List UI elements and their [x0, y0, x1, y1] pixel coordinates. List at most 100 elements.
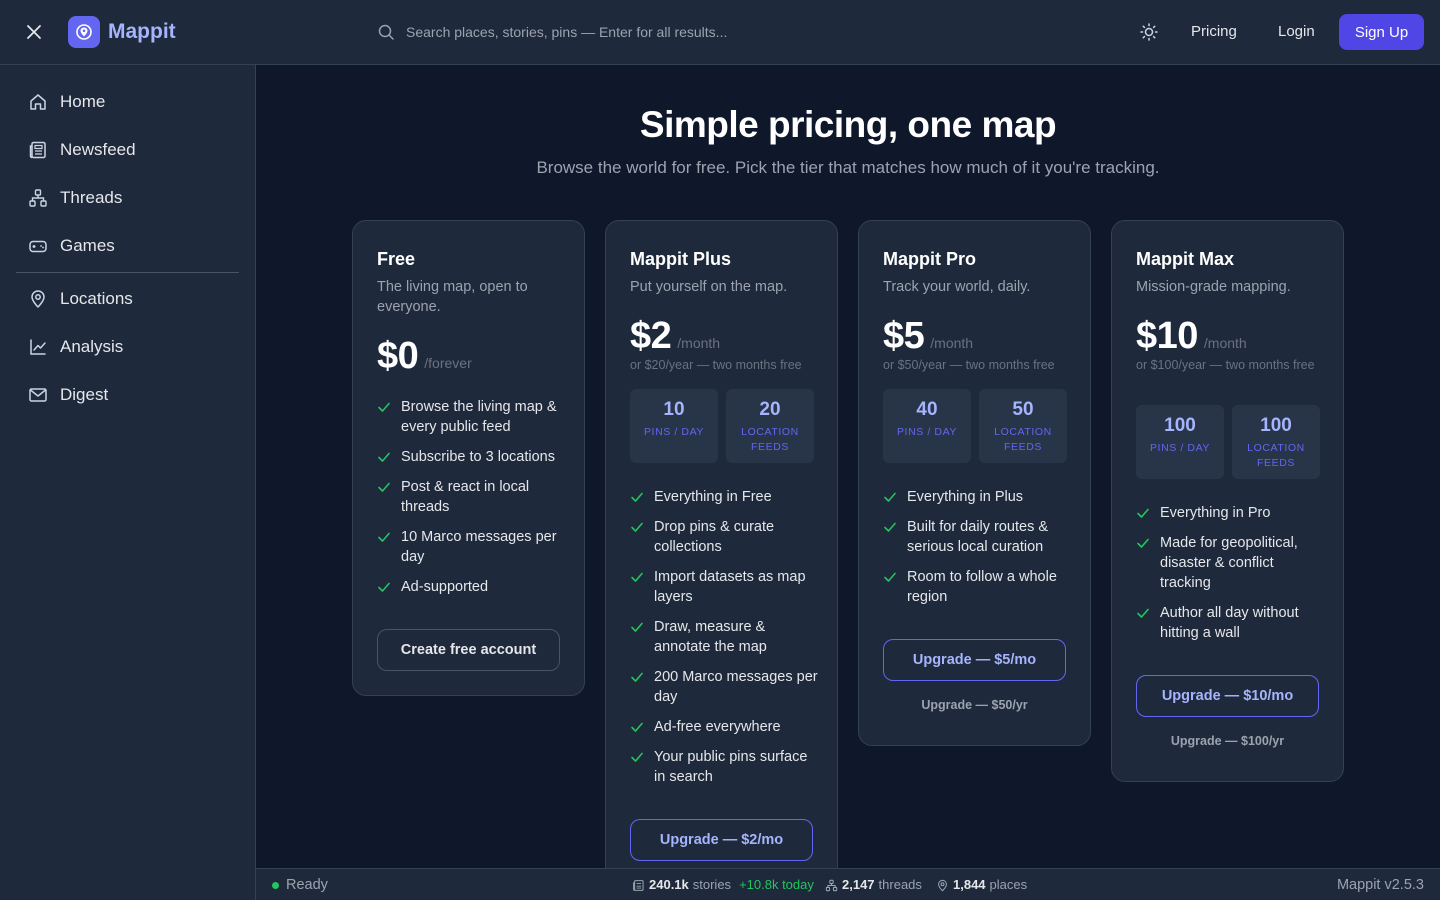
search-bar [370, 16, 930, 48]
price-period: /month [1203, 335, 1247, 351]
sign-up-button[interactable]: Sign Up [1339, 14, 1424, 50]
stat-pins-per-day: 100 PINS / DAY [1136, 405, 1224, 479]
stories-stat: 240.1k stories +10.8k today [632, 878, 814, 892]
feature-text: Subscribe to 3 locations [401, 449, 555, 465]
annual-price-note: or $20/year — two months free [630, 358, 802, 372]
plan-name: Mappit Plus [630, 249, 732, 269]
feature-text: Ad-supported [401, 579, 489, 595]
status-text: Ready [286, 877, 328, 893]
feature-text: Everything in Plus [907, 489, 1024, 505]
feature-text: 10 Marco messages per day [401, 529, 557, 565]
sidebar-item-newsfeed[interactable]: Newsfeed [16, 130, 239, 170]
price-amount: $2 [630, 315, 672, 357]
create-free-account-button[interactable]: Create free account [377, 629, 560, 671]
check-icon [631, 752, 643, 762]
plan-name: Mappit Max [1136, 249, 1235, 269]
check-icon [1137, 608, 1149, 618]
price-amount: $0 [377, 335, 419, 377]
sidebar-item-label: Newsfeed [60, 140, 136, 159]
check-icon [884, 492, 896, 502]
stories-label: stories [692, 877, 732, 892]
stat-unit: LOCATION FEEDS [1247, 442, 1305, 469]
page-title: Simple pricing, one map [639, 104, 1057, 145]
sidebar-item-label: Games [60, 236, 115, 255]
feature-text: Your public pins surface in search [654, 749, 808, 785]
stat-location-feeds: 100 LOCATION FEEDS [1232, 405, 1320, 479]
check-icon [631, 722, 643, 732]
annual-price-note: or $50/year — two months free [883, 358, 1055, 372]
sidebar-item-label: Analysis [60, 337, 124, 356]
stat-unit: PINS / DAY [643, 426, 705, 438]
status-indicator [272, 882, 279, 889]
check-icon [884, 572, 896, 582]
mail-icon [29, 388, 47, 402]
feature-text: Ad-free everywhere [654, 719, 781, 735]
stat-value: 40 [916, 399, 938, 420]
mappit-logo[interactable] [68, 16, 100, 48]
status-bar: Ready 240.1k stories +10.8k today 2,147 … [256, 868, 1440, 900]
check-icon [631, 492, 643, 502]
sidebar-item-locations[interactable]: Locations [16, 279, 239, 319]
plan-tagline: The living map, open to everyone. [377, 279, 528, 315]
upgrade-pro-monthly-button[interactable]: Upgrade — $5/mo [883, 639, 1066, 681]
stat-value: 20 [759, 399, 781, 420]
check-icon [378, 482, 390, 492]
top-bar: Mappit Pricing Login Sign Up [0, 0, 1440, 65]
feature-text: Drop pins & curate collections [654, 519, 775, 555]
stat-value: 100 [1164, 415, 1196, 436]
gamepad-icon [29, 240, 47, 253]
places-label: places [989, 877, 1028, 892]
check-icon [1137, 538, 1149, 548]
plan-price: $0 /forever [377, 336, 472, 376]
stat-pins-per-day: 40 PINS / DAY [883, 389, 971, 463]
check-icon [1137, 508, 1149, 518]
home-icon [30, 94, 46, 110]
network-icon [29, 189, 47, 207]
plan-tagline: Track your world, daily. [883, 279, 1031, 295]
pricing-link[interactable]: Pricing [1191, 22, 1237, 42]
sidebar-item-analysis[interactable]: Analysis [16, 327, 239, 367]
sidebar-item-label: Digest [60, 385, 109, 404]
feature-text: Import datasets as map layers [654, 569, 806, 605]
app-version: Mappit v2.5.3 [1336, 877, 1424, 893]
stat-unit: PINS / DAY [896, 426, 958, 438]
sidebar-item-threads[interactable]: Threads [16, 178, 239, 218]
plan-name: Free [377, 249, 416, 269]
upgrade-max-monthly-button[interactable]: Upgrade — $10/mo [1136, 675, 1319, 717]
plan-price: $10 /month [1136, 316, 1247, 356]
stat-location-feeds: 20 LOCATION FEEDS [726, 389, 814, 463]
brand-name[interactable]: Mappit [108, 18, 176, 46]
stat-pins-per-day: 10 PINS / DAY [630, 389, 718, 463]
sidebar-item-home[interactable]: Home [16, 82, 239, 122]
check-icon [884, 522, 896, 532]
login-link[interactable]: Login [1278, 22, 1315, 42]
places-count: 1,844 [953, 877, 986, 892]
close-icon[interactable] [22, 20, 46, 44]
check-icon [378, 532, 390, 542]
sidebar-item-digest[interactable]: Digest [16, 375, 239, 415]
feature-text: Everything in Free [654, 489, 772, 505]
sidebar-item-games[interactable]: Games [16, 226, 239, 266]
sidebar-item-label: Threads [60, 188, 123, 207]
feature-text: 200 Marco messages per day [654, 669, 818, 705]
price-period: /month [930, 335, 974, 351]
threads-label: threads [878, 877, 922, 892]
check-icon [378, 582, 390, 592]
check-icon [378, 452, 390, 462]
check-icon [378, 402, 390, 412]
upgrade-plus-monthly-button[interactable]: Upgrade — $2/mo [630, 819, 813, 861]
plan-tagline: Put yourself on the map. [630, 279, 788, 295]
newspaper-icon [633, 879, 644, 891]
sidebar-item-label: Home [60, 92, 106, 111]
stat-unit: LOCATION FEEDS [994, 426, 1052, 453]
upgrade-max-yearly-link[interactable]: Upgrade — $100/yr [1136, 734, 1319, 748]
feature-text: Draw, measure & annotate the map [654, 619, 767, 655]
map-pin-icon [938, 879, 947, 891]
newspaper-icon [29, 141, 46, 159]
sun-icon[interactable] [1137, 20, 1161, 44]
stories-today: +10.8k today [739, 877, 814, 892]
search-input[interactable] [370, 16, 930, 48]
upgrade-pro-yearly-link[interactable]: Upgrade — $50/yr [883, 698, 1066, 712]
plan-card-max: Mappit Max Mission-grade mapping. $10 /m… [1111, 220, 1344, 782]
sidebar: Home Newsfeed Threads Games Locations An… [0, 65, 256, 900]
